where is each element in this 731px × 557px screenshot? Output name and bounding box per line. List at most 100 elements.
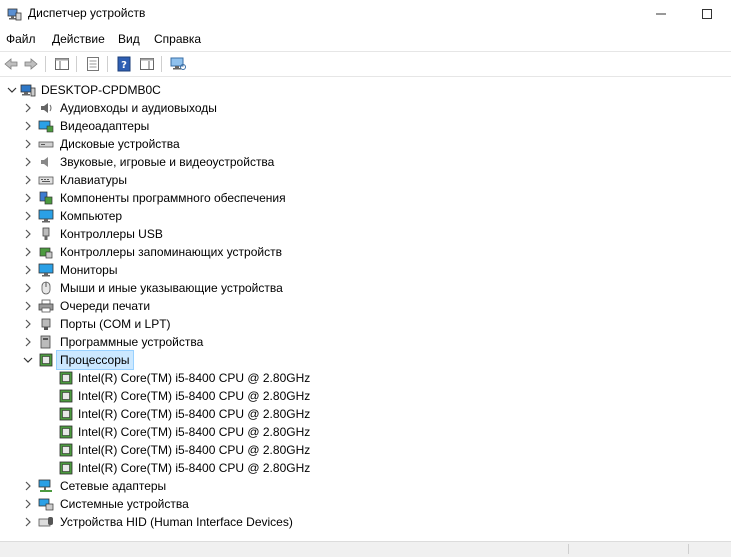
action-pane-button[interactable] <box>138 55 156 73</box>
menu-bar: Файл Действие Вид Справка <box>0 29 731 49</box>
processor-item-label: Intel(R) Core(TM) i5-8400 CPU @ 2.80GHz <box>78 371 311 385</box>
tree-category[interactable]: Компьютер <box>0 207 731 225</box>
chevron-right-icon[interactable] <box>22 336 34 348</box>
tree-category-label: Системные устройства <box>60 497 189 511</box>
processor-icon <box>59 407 73 421</box>
keyboard-icon <box>38 176 54 185</box>
processor-item[interactable]: Intel(R) Core(TM) i5-8400 CPU @ 2.80GHz <box>0 459 731 477</box>
title-bar: Диспетчер устройств <box>0 0 731 28</box>
console-tree-icon <box>55 58 69 70</box>
forward-button[interactable] <box>22 55 40 73</box>
properties-icon <box>87 57 99 71</box>
maximize-icon <box>702 9 712 19</box>
processor-icon <box>59 389 73 403</box>
tree-category[interactable]: Видеоадаптеры <box>0 117 731 135</box>
processor-item[interactable]: Intel(R) Core(TM) i5-8400 CPU @ 2.80GHz <box>0 387 731 405</box>
menu-help[interactable]: Справка <box>154 32 201 46</box>
chevron-right-icon[interactable] <box>22 120 34 132</box>
chevron-right-icon[interactable] <box>22 174 34 186</box>
maximize-button[interactable] <box>684 0 730 28</box>
tree-category[interactable]: Системные устройства <box>0 495 731 513</box>
tree-category[interactable]: Мониторы <box>0 261 731 279</box>
chevron-right-icon[interactable] <box>22 318 34 330</box>
toolbar-separator <box>45 56 46 72</box>
chevron-right-icon[interactable] <box>22 480 34 492</box>
properties-button[interactable] <box>84 55 102 73</box>
svg-text:?: ? <box>121 60 127 71</box>
tree-category[interactable]: Программные устройства <box>0 333 731 351</box>
minimize-icon <box>656 13 666 15</box>
tree-category[interactable]: Контроллеры запоминающих устройств <box>0 243 731 261</box>
computer-icon <box>38 209 54 223</box>
tree-category[interactable]: Порты (COM и LPT) <box>0 315 731 333</box>
action-pane-icon <box>140 58 154 70</box>
tree-category[interactable]: Мыши и иные указывающие устройства <box>0 279 731 297</box>
status-bar <box>0 541 731 557</box>
processor-item[interactable]: Intel(R) Core(TM) i5-8400 CPU @ 2.80GHz <box>0 441 731 459</box>
chevron-right-icon[interactable] <box>22 192 34 204</box>
window-title: Диспетчер устройств <box>28 6 146 20</box>
tree-category-label: Мыши и иные указывающие устройства <box>60 281 283 295</box>
tree-category-label: Программные устройства <box>60 335 204 349</box>
processor-icon <box>59 425 73 439</box>
processor-icon <box>59 461 73 475</box>
tree-category[interactable]: Звуковые, игровые и видеоустройства <box>0 153 731 171</box>
toolbar-separator <box>76 56 77 72</box>
software-device-icon <box>40 335 51 349</box>
tree-category[interactable]: Контроллеры USB <box>0 225 731 243</box>
software-component-icon <box>39 191 53 205</box>
tree-category[interactable]: Сетевые адаптеры <box>0 477 731 495</box>
processor-item[interactable]: Intel(R) Core(TM) i5-8400 CPU @ 2.80GHz <box>0 405 731 423</box>
processor-icon <box>59 443 73 457</box>
tree-category-label: Звуковые, игровые и видеоустройства <box>60 155 275 169</box>
port-icon <box>41 318 51 330</box>
chevron-right-icon[interactable] <box>22 498 34 510</box>
tree-root-label: DESKTOP-CPDMB0C <box>41 83 161 97</box>
menu-action[interactable]: Действие <box>52 32 105 46</box>
tree-category[interactable]: Дисковые устройства <box>0 135 731 153</box>
processor-item-label: Intel(R) Core(TM) i5-8400 CPU @ 2.80GHz <box>78 425 311 439</box>
mouse-icon <box>41 281 51 295</box>
processor-item[interactable]: Intel(R) Core(TM) i5-8400 CPU @ 2.80GHz <box>0 423 731 441</box>
hid-icon <box>38 517 53 527</box>
processor-item[interactable]: Intel(R) Core(TM) i5-8400 CPU @ 2.80GHz <box>0 369 731 387</box>
tree-category-label: Клавиатуры <box>60 173 127 187</box>
chevron-right-icon[interactable] <box>22 138 34 150</box>
processor-icon <box>59 371 73 385</box>
menu-file[interactable]: Файл <box>6 32 36 46</box>
toolbar: ? <box>0 51 731 77</box>
chevron-down-icon[interactable] <box>22 354 34 366</box>
help-icon: ? <box>117 56 131 72</box>
scan-hardware-button[interactable] <box>169 55 187 73</box>
chevron-right-icon[interactable] <box>22 156 34 168</box>
chevron-right-icon[interactable] <box>22 228 34 240</box>
help-button[interactable]: ? <box>115 55 133 73</box>
chevron-down-icon[interactable] <box>6 84 18 96</box>
chevron-right-icon[interactable] <box>22 264 34 276</box>
tree-category[interactable]: Компоненты программного обеспечения <box>0 189 731 207</box>
menu-view[interactable]: Вид <box>118 32 140 46</box>
tree-category[interactable]: Аудиовходы и аудиовыходы <box>0 99 731 117</box>
chevron-right-icon[interactable] <box>22 282 34 294</box>
chevron-right-icon[interactable] <box>22 210 34 222</box>
show-hide-console-tree-button[interactable] <box>53 55 71 73</box>
tree-category[interactable]: Процессоры <box>0 350 731 370</box>
tree-category[interactable]: Устройства HID (Human Interface Devices) <box>0 513 731 531</box>
disk-drive-icon <box>38 141 54 148</box>
toolbar-separator <box>107 56 108 72</box>
tree-category[interactable]: Клавиатуры <box>0 171 731 189</box>
chevron-right-icon[interactable] <box>22 102 34 114</box>
usb-icon <box>42 227 50 240</box>
chevron-right-icon[interactable] <box>22 516 34 528</box>
display-adapter-icon <box>38 120 54 133</box>
chevron-right-icon[interactable] <box>22 246 34 258</box>
tree-root[interactable]: DESKTOP-CPDMB0C <box>0 81 731 99</box>
status-divider <box>688 544 689 554</box>
chevron-right-icon[interactable] <box>22 300 34 312</box>
tree-category[interactable]: Очереди печати <box>0 297 731 315</box>
minimize-button[interactable] <box>638 0 684 28</box>
arrow-left-icon <box>4 58 18 70</box>
tree-category-label: Порты (COM и LPT) <box>60 317 171 331</box>
back-button[interactable] <box>2 55 20 73</box>
tree-category-label: Видеоадаптеры <box>60 119 150 133</box>
